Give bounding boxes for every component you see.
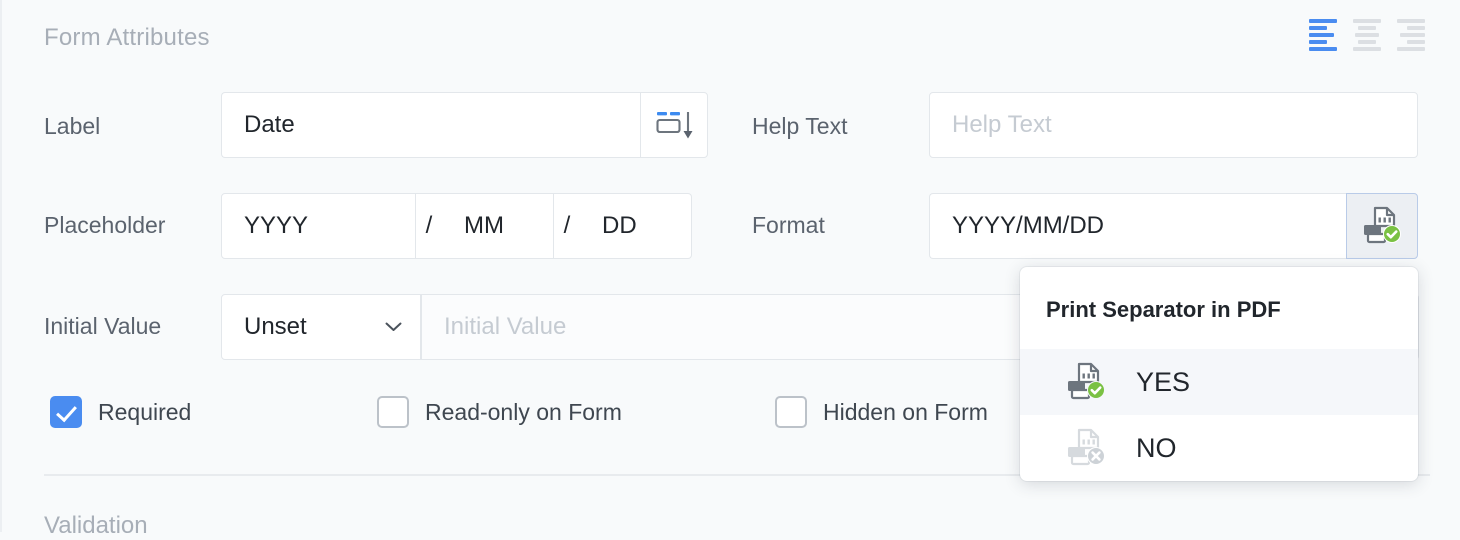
dropdown-item-yes[interactable]: YES (1020, 349, 1418, 415)
printer-check-icon (1360, 206, 1404, 246)
placeholder-year-input[interactable]: YYYY (221, 193, 416, 259)
format-field-label: Format (752, 212, 825, 239)
initial-value-field-label: Initial Value (44, 313, 161, 340)
help-text-input[interactable]: Help Text (929, 92, 1418, 158)
dropdown-item-no-label: NO (1136, 433, 1177, 464)
validation-section-title: Validation (44, 512, 148, 540)
form-attributes-panel: Form Attributes Label Date Help Text Hel… (0, 0, 1460, 532)
help-text-field-label: Help Text (752, 113, 847, 140)
print-separator-dropdown: Print Separator in PDF YES (1020, 267, 1418, 481)
alignment-toolbar (1306, 18, 1428, 52)
dropdown-item-no[interactable]: NO (1020, 415, 1418, 481)
print-separator-button[interactable] (1346, 193, 1418, 259)
apply-to-all-button[interactable] (640, 92, 708, 158)
label-input[interactable]: Date (221, 92, 640, 158)
push-down-icon (653, 108, 695, 142)
label-input-value: Date (222, 111, 295, 139)
printer-check-icon (1064, 362, 1108, 402)
placeholder-separator-1: / (416, 193, 442, 259)
dropdown-item-yes-label: YES (1136, 367, 1190, 398)
readonly-checkbox-item[interactable]: Read-only on Form (377, 396, 622, 428)
placeholder-month-input[interactable]: MM (442, 193, 554, 259)
placeholder-field-label: Placeholder (44, 212, 165, 239)
initial-value-select[interactable]: Unset (221, 294, 421, 360)
dropdown-title: Print Separator in PDF (1020, 267, 1418, 349)
initial-value-placeholder: Initial Value (422, 313, 566, 341)
required-checkbox-label: Required (98, 399, 191, 426)
hidden-checkbox-item[interactable]: Hidden on Form (775, 396, 988, 428)
placeholder-segment-group: YYYY / MM / DD (221, 193, 692, 259)
placeholder-month-value: MM (442, 212, 504, 240)
required-checkbox[interactable] (50, 396, 82, 428)
placeholder-separator-2: / (554, 193, 580, 259)
align-right-icon[interactable] (1394, 18, 1428, 52)
hidden-checkbox-label: Hidden on Form (823, 399, 988, 426)
placeholder-day-input[interactable]: DD (580, 193, 692, 259)
readonly-checkbox[interactable] (377, 396, 409, 428)
page-title: Form Attributes (44, 24, 210, 52)
format-input-value: YYYY/MM/DD (930, 212, 1104, 240)
label-field-label: Label (44, 113, 100, 140)
format-input[interactable]: YYYY/MM/DD (929, 193, 1346, 259)
placeholder-year-value: YYYY (222, 212, 308, 240)
align-center-icon[interactable] (1350, 18, 1384, 52)
chevron-down-icon (385, 322, 402, 332)
readonly-checkbox-label: Read-only on Form (425, 399, 622, 426)
required-checkbox-item[interactable]: Required (50, 396, 191, 428)
help-text-placeholder: Help Text (930, 111, 1052, 139)
align-left-icon[interactable] (1306, 18, 1340, 52)
printer-cross-icon (1064, 428, 1108, 468)
initial-value-select-value: Unset (244, 313, 307, 341)
placeholder-day-value: DD (580, 212, 637, 240)
hidden-checkbox[interactable] (775, 396, 807, 428)
